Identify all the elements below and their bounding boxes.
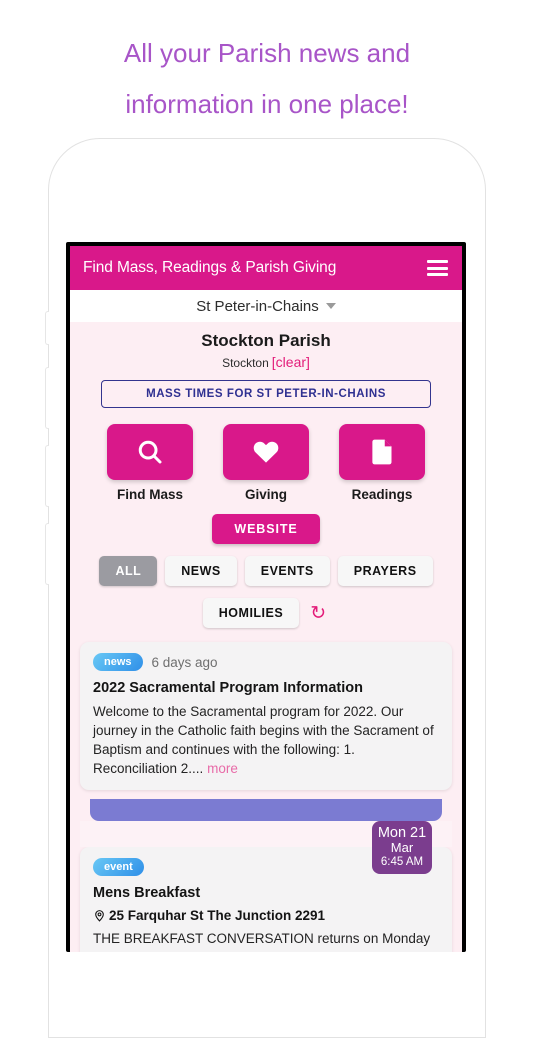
phone-volume-up-button: [45, 367, 49, 429]
feed-card-title: 2022 Sacramental Program Information: [93, 680, 363, 696]
phone-mute-switch: [45, 311, 49, 345]
event-location: 25 Farquhar St The Junction 2291: [93, 908, 439, 923]
feed-card-time: 6 days ago: [151, 654, 218, 670]
event-date-time: 6:45 AM: [380, 855, 424, 868]
quick-action-readings[interactable]: Readings: [339, 424, 425, 502]
feed-card-meta: news 6 days ago: [93, 653, 439, 671]
find-mass-button[interactable]: [107, 424, 193, 480]
find-mass-label: Find Mass: [116, 487, 183, 502]
app-viewport: Find Mass, Readings & Parish Giving St P…: [70, 246, 462, 952]
app-bar: Find Mass, Readings & Parish Giving: [70, 246, 462, 290]
feed-card-title: Mens Breakfast: [93, 885, 201, 901]
event-date-badge: Mon 21 Mar 6:45 AM: [372, 821, 432, 874]
chevron-down-icon: [325, 303, 336, 309]
quick-actions: Find Mass Giving Readings: [70, 408, 462, 502]
clear-parish-link[interactable]: [clear]: [272, 354, 310, 370]
readings-button[interactable]: [339, 424, 425, 480]
feed-card-accent-banner: [90, 799, 442, 821]
headline-line-1: All your Parish news and: [123, 38, 411, 68]
status-badge-news: news: [93, 653, 143, 671]
phone-volume-down-button: [45, 445, 49, 507]
refresh-icon[interactable]: ↻: [307, 598, 329, 628]
phone-side-button: [45, 523, 49, 585]
parish-header: Stockton Parish Stockton [clear] MASS TIM…: [70, 322, 462, 408]
headline-line-2: information in one place!: [125, 89, 409, 119]
filter-chip-all[interactable]: ALL: [99, 556, 158, 586]
website-row: WEBSITE: [70, 502, 462, 544]
mass-times-button[interactable]: MASS TIMES FOR ST PETER-IN-CHAINS: [101, 380, 431, 408]
parish-selector[interactable]: St Peter-in-Chains: [70, 290, 462, 322]
quick-action-giving[interactable]: Giving: [223, 424, 309, 502]
parish-selector-value: St Peter-in-Chains: [196, 297, 319, 315]
event-date-row: Mon 21 Mar 6:45 AM: [80, 821, 452, 874]
filter-chip-row-2: HOMILIES ↻: [70, 586, 462, 628]
readings-label: Readings: [351, 487, 413, 502]
promo-headline: All your Parish news and information in …: [0, 0, 534, 130]
read-more-link[interactable]: more: [207, 761, 238, 776]
content-feed: news 6 days ago 2022 Sacramental Program…: [70, 628, 462, 952]
event-location-text: 25 Farquhar St The Junction 2291: [109, 908, 326, 923]
search-icon: [138, 440, 162, 464]
parish-subtitle: Stockton [clear]: [70, 354, 462, 370]
quick-action-find-mass[interactable]: Find Mass: [107, 424, 193, 502]
giving-button[interactable]: [223, 424, 309, 480]
hamburger-menu-icon[interactable]: [427, 260, 448, 276]
event-date-month: Mar: [390, 840, 414, 856]
parish-name: Stockton Parish: [201, 331, 331, 350]
feed-card-body: THE BREAKFAST CONVERSATION returns on Mo…: [93, 931, 431, 952]
filter-chip-homilies[interactable]: HOMILIES: [202, 598, 300, 628]
filter-chip-news[interactable]: NEWS: [165, 556, 237, 586]
location-pin-icon: [95, 910, 104, 922]
heart-icon: [253, 441, 279, 463]
filter-chip-events[interactable]: EVENTS: [244, 556, 330, 586]
feed-card-body-text: Welcome to the Sacramental program for 2…: [93, 704, 434, 776]
feed-card-news[interactable]: news 6 days ago 2022 Sacramental Program…: [80, 642, 452, 790]
app-title: Find Mass, Readings & Parish Giving: [83, 259, 337, 276]
filter-chip-row-1: ALL NEWS EVENTS PRAYERS: [70, 544, 462, 586]
event-date-day: Mon 21: [377, 825, 427, 841]
status-badge-event: event: [93, 858, 144, 876]
parish-suburb: Stockton: [222, 356, 269, 370]
feed-card-body: Welcome to the Sacramental program for 2…: [93, 702, 439, 778]
giving-label: Giving: [244, 487, 287, 502]
filter-chip-prayers[interactable]: PRAYERS: [337, 556, 433, 586]
website-button[interactable]: WEBSITE: [212, 514, 320, 544]
document-icon: [371, 439, 391, 465]
phone-screen: Find Mass, Readings & Parish Giving St P…: [66, 242, 466, 952]
